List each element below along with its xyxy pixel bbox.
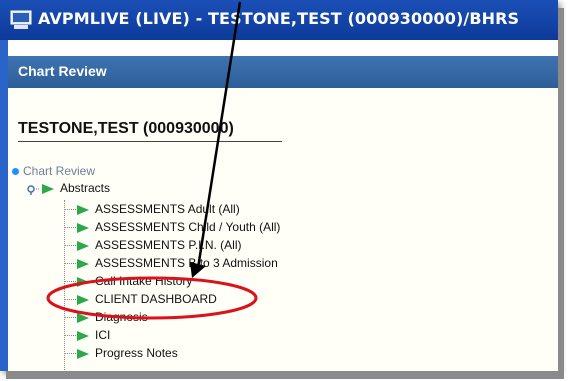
tree-root-chart-review[interactable]: Chart Review [12,164,95,178]
tree-connector [64,263,76,265]
tree-node-abstracts[interactable]: Abstracts [26,181,110,195]
tree-item-label: Diagnosis [95,310,148,324]
window-left-border [0,40,8,371]
tree-item[interactable]: Diagnosis [64,310,148,328]
tree-item-call-intake-history[interactable]: Call Intake History [64,274,192,292]
green-arrow-icon [77,204,89,215]
chart-review-content: TESTONE,TEST (000930000) Chart Review Ab… [8,88,558,371]
tree-item-client-dashboard[interactable]: CLIENT DASHBOARD [64,292,217,310]
tree-root-label: Chart Review [23,164,96,178]
green-arrow-icon [42,183,54,194]
title-underline [18,141,282,142]
tree-item-label: ICI [95,328,111,342]
tree-item-label: CLIENT DASHBOARD [95,292,217,306]
green-arrow-icon [77,330,89,341]
tree-connector [64,245,76,247]
tree-item-label: ASSESSMENTS Adult (All) [95,202,240,216]
tree-item-label: Progress Notes [95,346,178,360]
green-arrow-icon [77,276,89,287]
tree-connector [64,299,76,301]
tree-item[interactable]: ICI [64,328,110,346]
tree-item-label: ASSESSMENTS B to 3 Admission [95,256,278,270]
tree-connector [64,209,76,211]
tree-connector [64,227,76,229]
green-arrow-icon [77,294,89,305]
tree-connector [64,335,76,337]
window-titlebar[interactable]: AVPMLIVE (LIVE) - TESTONE,TEST (00093000… [0,0,558,40]
green-arrow-icon [77,312,89,323]
tree-connector [64,317,76,319]
tree-item[interactable]: Progress Notes [64,346,178,364]
tree-connector [64,353,76,355]
panel-header-title: Chart Review [18,63,107,79]
tree-item[interactable]: ASSESSMENTS Adult (All) [64,202,240,220]
green-arrow-icon [77,240,89,251]
app-computer-icon [10,10,32,29]
tree-item[interactable]: ASSESSMENTS B to 3 Admission [64,256,278,274]
tree-item[interactable]: ASSESSMENTS Child / Youth (All) [64,220,280,238]
screenshot-frame: AVPMLIVE (LIVE) - TESTONE,TEST (00093000… [0,0,558,371]
green-arrow-icon [77,348,89,359]
tree-item-label: Call Intake History [95,274,193,288]
patient-title: TESTONE,TEST (000930000) [18,120,234,137]
tree-item-label: ASSESSMENTS P.I.N. (All) [95,238,242,252]
collapse-toggle-icon[interactable] [26,183,40,195]
green-arrow-icon [77,222,89,233]
tree-node-abstracts-label: Abstracts [60,181,111,195]
tree-item-label: ASSESSMENTS Child / Youth (All) [95,220,281,234]
window-title: AVPMLIVE (LIVE) - TESTONE,TEST (00093000… [38,9,520,28]
tree-connector [64,281,76,283]
tree-item[interactable]: ASSESSMENTS P.I.N. (All) [64,238,241,256]
green-arrow-icon [77,258,89,269]
panel-header: Chart Review [8,56,558,88]
bullet-icon [12,168,19,176]
